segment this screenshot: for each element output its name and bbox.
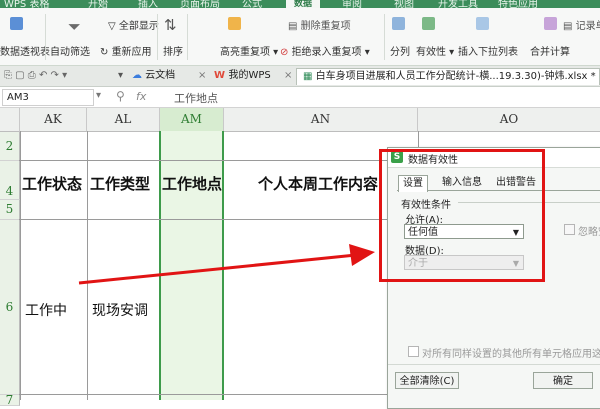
- annotation-arrow-layer: [78, 244, 375, 285]
- arrow-head: [349, 244, 375, 266]
- arrow-shaft: [78, 253, 357, 285]
